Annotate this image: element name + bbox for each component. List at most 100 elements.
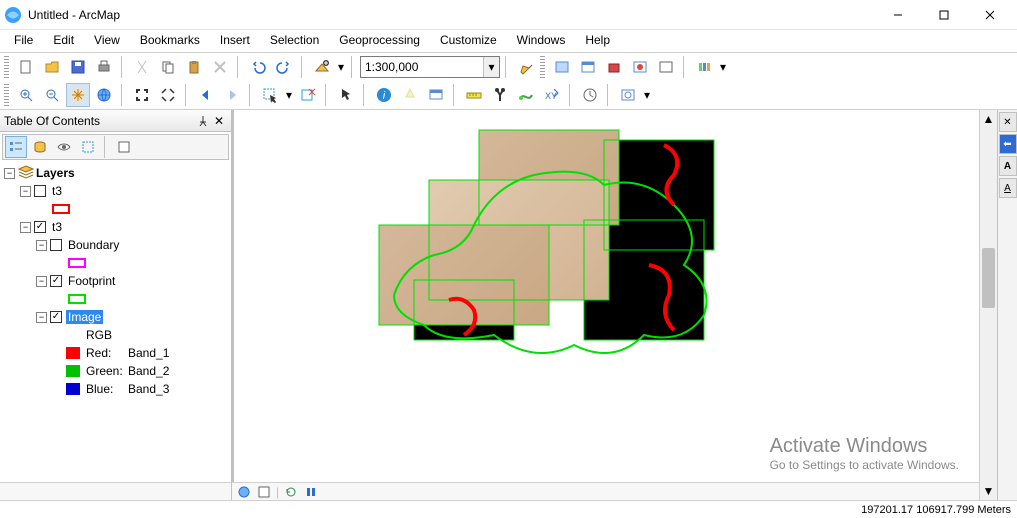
identify-button[interactable]: i bbox=[372, 83, 396, 107]
map-view[interactable]: Activate Windows Go to Settings to activ… bbox=[232, 110, 979, 482]
pan-button[interactable] bbox=[66, 83, 90, 107]
collapse-icon[interactable]: − bbox=[36, 240, 47, 251]
table-of-contents-button[interactable] bbox=[692, 55, 716, 79]
scale-dropdown[interactable]: ▾ bbox=[483, 57, 499, 77]
new-button[interactable] bbox=[14, 55, 38, 79]
toc-dropdown[interactable]: ▾ bbox=[718, 55, 728, 79]
html-popup-button[interactable] bbox=[424, 83, 448, 107]
data-view-button[interactable] bbox=[236, 484, 252, 500]
pin-icon[interactable] bbox=[195, 113, 211, 129]
layer-checkbox[interactable] bbox=[50, 311, 62, 323]
open-button[interactable] bbox=[40, 55, 64, 79]
redo-button[interactable] bbox=[272, 55, 296, 79]
find-route-button[interactable] bbox=[514, 83, 538, 107]
vertical-scrollbar[interactable]: ▲ ▼ bbox=[979, 110, 997, 500]
scroll-thumb[interactable] bbox=[982, 248, 995, 308]
rail-close-button[interactable]: ✕ bbox=[999, 112, 1017, 132]
menu-edit[interactable]: Edit bbox=[43, 30, 84, 52]
rail-tab-b[interactable]: A bbox=[999, 178, 1017, 198]
prev-extent-button[interactable] bbox=[194, 83, 218, 107]
next-extent-button[interactable] bbox=[220, 83, 244, 107]
list-by-source-button[interactable] bbox=[29, 136, 51, 158]
full-extent-button[interactable] bbox=[92, 83, 116, 107]
create-viewer-button[interactable] bbox=[616, 83, 640, 107]
modelbuilder-button[interactable] bbox=[654, 55, 678, 79]
clear-selection-button[interactable] bbox=[296, 83, 320, 107]
layer-checkbox[interactable] bbox=[34, 185, 46, 197]
select-features-dropdown[interactable]: ▾ bbox=[284, 83, 294, 107]
save-button[interactable] bbox=[66, 55, 90, 79]
scroll-down-icon[interactable]: ▼ bbox=[980, 482, 997, 500]
layout-view-button[interactable] bbox=[256, 484, 272, 500]
tree-item[interactable]: − Image bbox=[0, 308, 231, 326]
tree-item[interactable]: − Footprint bbox=[0, 272, 231, 290]
menu-insert[interactable]: Insert bbox=[210, 30, 260, 52]
catalog-button[interactable] bbox=[550, 55, 574, 79]
menu-file[interactable]: File bbox=[4, 30, 43, 52]
measure-button[interactable] bbox=[462, 83, 486, 107]
add-data-button[interactable] bbox=[310, 55, 334, 79]
minimize-button[interactable] bbox=[875, 0, 921, 30]
paste-button[interactable] bbox=[182, 55, 206, 79]
menu-view[interactable]: View bbox=[84, 30, 130, 52]
layer-checkbox[interactable] bbox=[34, 221, 46, 233]
zoom-out-button[interactable] bbox=[40, 83, 64, 107]
tree-item[interactable]: − Boundary bbox=[0, 236, 231, 254]
undo-button[interactable] bbox=[246, 55, 270, 79]
cut-button[interactable] bbox=[130, 55, 154, 79]
toc-close-button[interactable]: ✕ bbox=[211, 113, 227, 129]
select-features-button[interactable] bbox=[258, 83, 282, 107]
fixed-zoom-in-button[interactable] bbox=[130, 83, 154, 107]
layer-checkbox[interactable] bbox=[50, 275, 62, 287]
polygon-symbol-icon[interactable] bbox=[52, 204, 70, 214]
menu-windows[interactable]: Windows bbox=[507, 30, 576, 52]
viewer-dropdown[interactable]: ▾ bbox=[642, 83, 652, 107]
zoom-in-button[interactable] bbox=[14, 83, 38, 107]
arctoolbox-button[interactable] bbox=[602, 55, 626, 79]
goto-xy-button[interactable]: XY bbox=[540, 83, 564, 107]
menu-selection[interactable]: Selection bbox=[260, 30, 329, 52]
select-elements-button[interactable] bbox=[334, 83, 358, 107]
polygon-symbol-icon[interactable] bbox=[68, 258, 86, 268]
toolbar-grip[interactable] bbox=[4, 56, 9, 78]
rail-back-button[interactable]: ⬅ bbox=[999, 134, 1017, 154]
add-data-dropdown[interactable]: ▾ bbox=[336, 55, 346, 79]
tree-item[interactable]: − t3 bbox=[0, 218, 231, 236]
fixed-zoom-out-button[interactable] bbox=[156, 83, 180, 107]
map-scale-input[interactable] bbox=[360, 56, 500, 78]
menu-help[interactable]: Help bbox=[575, 30, 620, 52]
close-button[interactable] bbox=[967, 0, 1013, 30]
collapse-icon[interactable]: − bbox=[20, 222, 31, 233]
collapse-icon[interactable]: − bbox=[36, 312, 47, 323]
print-button[interactable] bbox=[92, 55, 116, 79]
maximize-button[interactable] bbox=[921, 0, 967, 30]
list-by-drawing-order-button[interactable] bbox=[5, 136, 27, 158]
search-window-button[interactable] bbox=[576, 55, 600, 79]
toc-options-button[interactable] bbox=[113, 136, 135, 158]
collapse-icon[interactable]: − bbox=[20, 186, 31, 197]
rail-tab-a[interactable]: A bbox=[999, 156, 1017, 176]
tree-root[interactable]: − Layers bbox=[0, 164, 231, 182]
find-button[interactable] bbox=[488, 83, 512, 107]
editor-toolbar-button[interactable] bbox=[514, 55, 538, 79]
collapse-icon[interactable]: − bbox=[36, 276, 47, 287]
scroll-up-icon[interactable]: ▲ bbox=[980, 110, 997, 128]
menu-bookmarks[interactable]: Bookmarks bbox=[130, 30, 210, 52]
hyperlink-button[interactable] bbox=[398, 83, 422, 107]
pause-drawing-button[interactable] bbox=[303, 484, 319, 500]
delete-button[interactable] bbox=[208, 55, 232, 79]
python-window-button[interactable] bbox=[628, 55, 652, 79]
toolbar-grip[interactable] bbox=[4, 84, 9, 106]
collapse-icon[interactable]: − bbox=[4, 168, 15, 179]
list-by-visibility-button[interactable] bbox=[53, 136, 75, 158]
time-slider-button[interactable] bbox=[578, 83, 602, 107]
refresh-button[interactable] bbox=[283, 484, 299, 500]
toolbar-grip[interactable] bbox=[540, 56, 545, 78]
layer-checkbox[interactable] bbox=[50, 239, 62, 251]
tree-item[interactable]: − t3 bbox=[0, 182, 231, 200]
list-by-selection-button[interactable] bbox=[77, 136, 99, 158]
menu-geoprocessing[interactable]: Geoprocessing bbox=[329, 30, 430, 52]
polygon-symbol-icon[interactable] bbox=[68, 294, 86, 304]
copy-button[interactable] bbox=[156, 55, 180, 79]
menu-customize[interactable]: Customize bbox=[430, 30, 507, 52]
